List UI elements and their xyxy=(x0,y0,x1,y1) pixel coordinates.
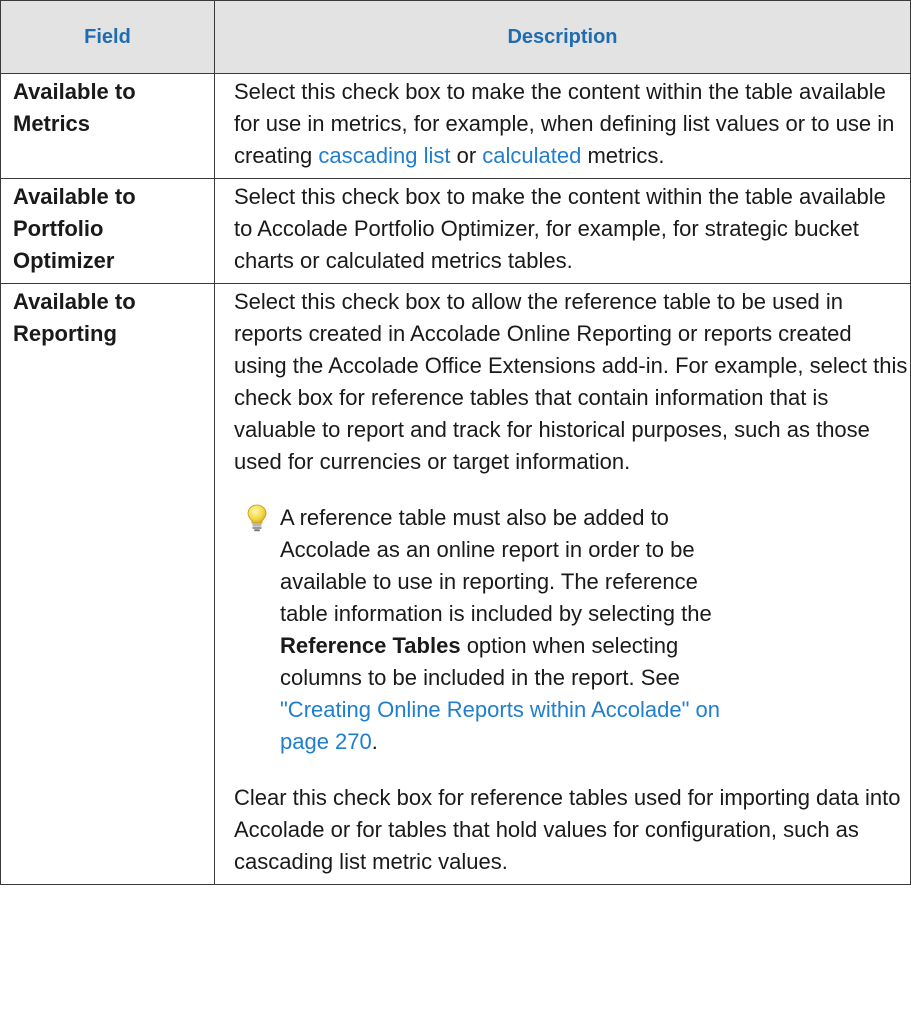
header-row: Field Description xyxy=(0,0,911,74)
field-name-portfolio-optimizer: Available to Portfolio Optimizer xyxy=(0,178,215,284)
header-field: Field xyxy=(0,0,215,74)
description-text: Select this check box to allow the refer… xyxy=(234,289,908,474)
creating-online-reports-link[interactable]: "Creating Online Reports within Accolade… xyxy=(280,697,720,754)
reference-tables-bold: Reference Tables xyxy=(280,633,461,658)
calculated-link[interactable]: calculated xyxy=(482,143,581,168)
description-reporting: Select this check box to allow the refer… xyxy=(214,283,911,885)
description-metrics: Select this check box to make the conten… xyxy=(214,73,911,179)
lightbulb-icon xyxy=(247,504,267,532)
tip-text: A reference table must also be added to … xyxy=(272,502,740,758)
description-portfolio-optimizer: Select this check box to make the conten… xyxy=(214,178,911,284)
clear-description-text: Clear this check box for reference table… xyxy=(234,785,901,874)
table-row: Available to Metrics Select this check b… xyxy=(0,73,911,179)
field-name-metrics: Available to Metrics xyxy=(0,73,215,179)
table-row: Available to Portfolio Optimizer Select … xyxy=(0,178,911,284)
field-name-reporting: Available to Reporting xyxy=(0,283,215,885)
tip-text-part: A reference table must also be added to … xyxy=(280,505,712,626)
table-row: Available to Reporting Select this check… xyxy=(0,283,911,885)
header-description: Description xyxy=(214,0,911,74)
description-text: metrics. xyxy=(581,143,665,168)
cascading-list-link[interactable]: cascading list xyxy=(318,143,450,168)
tip-note: A reference table must also be added to … xyxy=(234,502,910,758)
description-paragraph: Select this check box to make the conten… xyxy=(234,76,910,172)
tip-text-part: . xyxy=(371,729,378,754)
description-text: or xyxy=(450,143,483,168)
description-text: Select this check box to make the conten… xyxy=(234,184,886,273)
field-description-table: Field Description Available to Metrics S… xyxy=(0,0,911,885)
